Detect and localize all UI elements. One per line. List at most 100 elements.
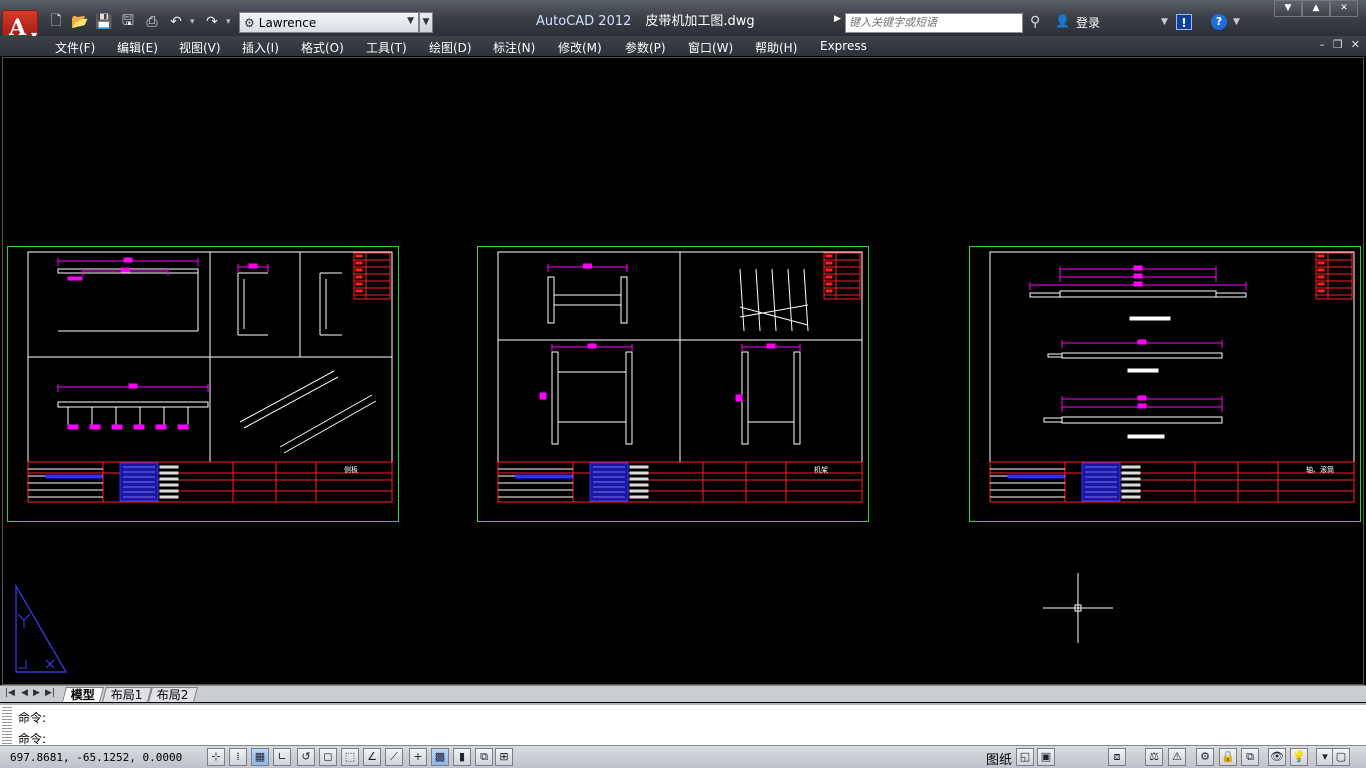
prev-tab-icon[interactable]: ◀: [21, 688, 28, 698]
save-as-icon[interactable]: 🖫: [118, 12, 138, 32]
menu-item-11[interactable]: 帮助(H): [755, 39, 797, 56]
redo-icon[interactable]: ↷: [202, 12, 222, 32]
project-title-label: 机架: [814, 465, 828, 474]
title-field-text: [159, 465, 179, 469]
last-tab-icon[interactable]: ▶|: [45, 688, 55, 698]
layout-tab-label: 模型: [70, 688, 95, 702]
cad-line: [283, 400, 377, 454]
doc-minimize-icon[interactable]: –: [1319, 38, 1325, 51]
leg: [625, 351, 633, 445]
cad-line: [755, 268, 761, 332]
layout-tab-bar: |◀ ◀ ▶ ▶| 模型 布局1 布局2: [0, 685, 1366, 702]
print-icon[interactable]: ⎙: [142, 12, 162, 32]
next-tab-icon[interactable]: ▶: [33, 688, 40, 698]
open-file-icon[interactable]: 📂: [70, 12, 90, 32]
first-tab-icon[interactable]: |◀: [5, 688, 15, 698]
annotation-visibility-icon[interactable]: ⚠: [1168, 748, 1186, 766]
maximize-button[interactable]: ▲: [1302, 0, 1330, 17]
dimension-text: [1133, 281, 1143, 287]
doc-restore-icon[interactable]: ❐: [1333, 38, 1343, 51]
menu-item-4[interactable]: 格式(O): [301, 39, 344, 56]
quick-view-icon[interactable]: ▣: [1037, 748, 1055, 766]
clean-screen-icon[interactable]: ▢: [1332, 748, 1350, 766]
selection-cycling-toggle-icon[interactable]: ⊞: [495, 748, 513, 766]
polar-toggle-icon[interactable]: ↺: [297, 748, 315, 766]
leg: [547, 276, 555, 324]
minimize-button[interactable]: ▼: [1274, 0, 1302, 17]
menu-item-2[interactable]: 视图(V): [179, 39, 221, 56]
workspace-switch-icon[interactable]: ⚙: [1196, 748, 1214, 766]
model-layout-icon[interactable]: ◱: [1016, 748, 1034, 766]
undo-icon[interactable]: ↶: [166, 12, 186, 32]
menu-item-6[interactable]: 绘图(D): [429, 39, 472, 56]
doc-close-icon[interactable]: ✕: [1351, 38, 1360, 51]
grid-toggle-icon[interactable]: ▦: [251, 748, 269, 766]
customize-qat-button[interactable]: ▼: [419, 12, 433, 33]
search-input[interactable]: [845, 13, 1023, 33]
menu-item-1[interactable]: 编辑(E): [117, 39, 158, 56]
otrack-toggle-icon[interactable]: ∠: [363, 748, 381, 766]
cad-line: [771, 268, 777, 332]
transparency-toggle-icon[interactable]: ▮: [453, 748, 471, 766]
chevron-down-icon[interactable]: ▼: [1161, 17, 1168, 27]
dimension-text: [766, 343, 776, 349]
layout-tab-2[interactable]: 布局2: [147, 687, 198, 702]
sign-in-button[interactable]: 👤 登录: [1055, 14, 1100, 31]
dimension-text: [1133, 265, 1143, 271]
close-button[interactable]: ✕: [1330, 0, 1358, 17]
annotation-scale-icon[interactable]: ⚖: [1145, 748, 1163, 766]
dyn-toggle-icon[interactable]: +: [409, 748, 427, 766]
ducs-toggle-icon[interactable]: ⟋: [385, 748, 403, 766]
isolate-objects-icon[interactable]: 👁: [1268, 748, 1286, 766]
osnap-toggle-icon[interactable]: ◻: [319, 748, 337, 766]
binoculars-icon[interactable]: ⚲: [1030, 14, 1040, 30]
ortho-toggle-icon[interactable]: ∟: [273, 748, 291, 766]
exchange-icon[interactable]: !: [1176, 14, 1192, 30]
lock-icon[interactable]: 🔒: [1219, 748, 1237, 766]
hardware-icon[interactable]: ⧉: [1241, 748, 1259, 766]
drawing-canvas[interactable]: 侧板 机架 轴、滚筒: [2, 57, 1364, 685]
sheet-frame[interactable]: 机架: [477, 246, 869, 522]
layout-tab-0[interactable]: 模型: [61, 687, 105, 702]
menu-item-0[interactable]: 文件(F): [55, 39, 95, 56]
command-window-grip[interactable]: [2, 707, 12, 745]
maximize-viewport-icon[interactable]: ⧈: [1108, 748, 1126, 766]
coordinate-readout[interactable]: 697.8681, -65.1252, 0.0000: [10, 751, 182, 764]
snap-toggle-icon[interactable]: ⁞: [229, 748, 247, 766]
help-icon[interactable]: ?: [1211, 14, 1227, 30]
revision-text: [1317, 254, 1325, 258]
quick-properties-toggle-icon[interactable]: ⧉: [475, 748, 493, 766]
title-block: [989, 461, 1355, 503]
sheet-drawing: 机架: [497, 251, 863, 503]
new-file-icon[interactable]: 🗋: [46, 12, 66, 32]
save-icon[interactable]: 💾: [94, 12, 114, 32]
paper-space-label[interactable]: 图纸: [986, 749, 1012, 768]
layout-tab-1[interactable]: 布局1: [101, 687, 152, 702]
chevron-down-icon[interactable]: ▾: [226, 17, 234, 27]
title-field-text: [629, 477, 649, 481]
roller-label: [1127, 368, 1159, 373]
menu-item-8[interactable]: 修改(M): [558, 39, 602, 56]
workspace-dropdown[interactable]: ⚙ Lawrence ▼: [239, 12, 419, 33]
infer-constraints-toggle-icon[interactable]: ⊹: [207, 748, 225, 766]
lightbulb-icon[interactable]: 💡: [1290, 748, 1308, 766]
chevron-down-icon[interactable]: ▼: [1233, 17, 1240, 27]
3dosnap-toggle-icon[interactable]: ⬚: [341, 748, 359, 766]
sheet-side-plate[interactable]: 侧板: [7, 246, 399, 522]
command-window[interactable]: 命令: 命令:: [0, 703, 1366, 746]
menu-item-10[interactable]: 窗口(W): [688, 39, 733, 56]
title-block: [497, 461, 863, 503]
menu-item-9[interactable]: 参数(P): [625, 39, 666, 56]
menu-item-7[interactable]: 标注(N): [493, 39, 535, 56]
lineweight-toggle-icon[interactable]: ▩: [431, 748, 449, 766]
expand-search-icon[interactable]: ▶: [834, 14, 841, 24]
menu-item-12[interactable]: Express: [820, 39, 867, 53]
sheet-shaft-roller[interactable]: 轴、滚筒: [969, 246, 1361, 522]
menu-item-3[interactable]: 插入(I): [242, 39, 279, 56]
menu-item-5[interactable]: 工具(T): [366, 39, 407, 56]
chevron-down-icon: ▼: [407, 16, 414, 26]
document-window-controls: – ❐ ✕: [1319, 38, 1360, 51]
cad-line: [239, 370, 335, 423]
chevron-down-icon[interactable]: ▾: [190, 17, 198, 27]
hole-dim: [89, 424, 101, 430]
